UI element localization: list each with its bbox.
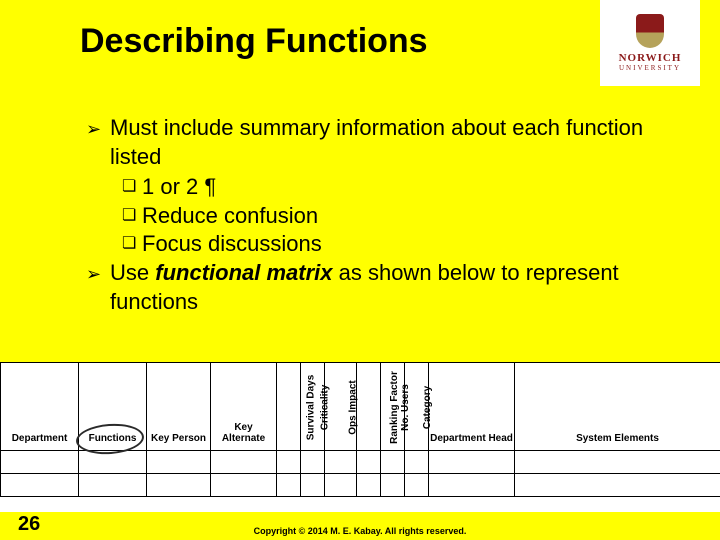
matrix-cell [301, 474, 325, 497]
matrix-cell [211, 451, 277, 474]
matrix-header: Functions [79, 363, 147, 451]
sub-bullet-text: 1 or 2 ¶ [142, 173, 216, 202]
matrix-cell [515, 474, 720, 497]
matrix-cell [79, 451, 147, 474]
matrix-cell [381, 474, 405, 497]
functional-matrix: DepartmentFunctionsKey PersonKey Alterna… [0, 362, 720, 512]
square-bullet-icon: ❏ [122, 230, 142, 255]
matrix-header: Key Alternate [211, 363, 277, 451]
matrix-cell [1, 474, 79, 497]
matrix-cell [147, 451, 211, 474]
matrix-cell [429, 474, 515, 497]
bullet-text: Must include summary information about e… [110, 114, 660, 171]
triangle-bullet-icon: ➢ [86, 259, 110, 286]
matrix-cell [147, 474, 211, 497]
matrix-cell [405, 451, 429, 474]
matrix-header: Ranking Factor [357, 363, 381, 451]
sub-bullet-text: Focus discussions [142, 230, 322, 259]
matrix-cell [211, 474, 277, 497]
copyright-footer: Copyright © 2014 M. E. Kabay. All rights… [0, 526, 720, 536]
slide-title: Describing Functions [80, 22, 428, 61]
sub-bullet-item: ❏1 or 2 ¶ [122, 173, 660, 202]
bullet-item: ➢Use functional matrix as shown below to… [86, 259, 660, 316]
matrix-header: System Elements [515, 363, 720, 451]
bullet-item: ➢Must include summary information about … [86, 114, 660, 171]
matrix-cell [277, 474, 301, 497]
matrix-cell [301, 451, 325, 474]
matrix-cell [357, 474, 381, 497]
bullet-text: Use functional matrix as shown below to … [110, 259, 660, 316]
matrix-cell [325, 474, 357, 497]
matrix-cell [381, 451, 405, 474]
matrix-header: Survival Days [277, 363, 301, 451]
shield-icon [636, 14, 664, 48]
matrix-cell [515, 451, 720, 474]
sub-bullet-text: Reduce confusion [142, 202, 318, 231]
table-row [1, 451, 720, 474]
square-bullet-icon: ❏ [122, 173, 142, 198]
logo-subtitle: UNIVERSITY [619, 64, 681, 72]
matrix-cell [357, 451, 381, 474]
matrix-cell [405, 474, 429, 497]
bullet-content: ➢Must include summary information about … [86, 114, 660, 318]
matrix-cell [1, 451, 79, 474]
matrix-header: Department Head [429, 363, 515, 451]
square-bullet-icon: ❏ [122, 202, 142, 227]
triangle-bullet-icon: ➢ [86, 114, 110, 141]
matrix-cell [325, 451, 357, 474]
logo-name: NORWICH [619, 52, 682, 64]
matrix-cell [277, 451, 301, 474]
table-row [1, 474, 720, 497]
university-logo: NORWICH UNIVERSITY [600, 0, 700, 86]
matrix-cell [429, 451, 515, 474]
matrix-header: Department [1, 363, 79, 451]
matrix-cell [79, 474, 147, 497]
matrix-header: Key Person [147, 363, 211, 451]
sub-bullet-item: ❏Reduce confusion [122, 202, 660, 231]
sub-bullet-item: ❏Focus discussions [122, 230, 660, 259]
